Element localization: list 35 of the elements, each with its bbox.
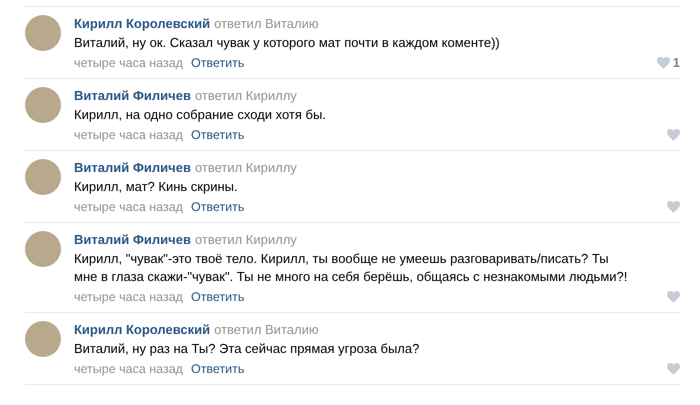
like-button[interactable] (667, 291, 680, 303)
reply-link[interactable]: Ответить (190, 288, 244, 306)
reply-link[interactable]: Ответить (190, 126, 244, 144)
comment-text: Виталий, ну ок. Сказал чувак у которого мат почти в каждом коменте)) (74, 34, 501, 52)
heart-icon (656, 57, 670, 69)
like-button[interactable] (667, 363, 680, 375)
like-button[interactable] (667, 129, 680, 141)
reply-to-label: ответил Кириллу (194, 231, 297, 249)
like-button[interactable]: 1 (656, 54, 680, 72)
reply-to-label: ответил Кириллу (194, 87, 297, 105)
reply-link[interactable]: Ответить (190, 360, 244, 378)
author-name[interactable]: Кирилл Королевский (74, 15, 210, 33)
reply-to-label: ответил Кириллу (194, 159, 297, 177)
like-button[interactable] (667, 201, 680, 213)
author-name[interactable]: Виталий Филичев (74, 159, 191, 177)
heart-icon (667, 129, 680, 141)
author-name[interactable]: Виталий Филичев (74, 87, 191, 105)
comment-text: Кирилл, "чувак"-это твоё тело. Кирилл, ты вообще не умеешь разговаривать/писать? Ты мне в глаза скажи-"чувак". Ты не много на себя берёшь, общаясь с незнакомыми людьми?! (74, 250, 628, 286)
reply-link[interactable]: Ответить (190, 54, 244, 72)
reply-to-label: ответил Виталию (214, 321, 319, 339)
author-name[interactable]: Кирилл Королевский (74, 321, 210, 339)
heart-icon (667, 291, 680, 303)
author-name[interactable]: Виталий Филичев (74, 231, 191, 249)
avatar-photo-placeholder[interactable] (25, 87, 61, 123)
heart-icon (667, 363, 680, 375)
avatar-photo-placeholder[interactable] (25, 321, 61, 357)
avatar-photo-placeholder[interactable] (25, 15, 61, 51)
reply-link[interactable]: Ответить (190, 198, 244, 216)
comment-text: Виталий, ну раз на Ты? Эта сейчас прямая угроза была? (74, 340, 420, 358)
heart-icon (667, 201, 680, 213)
avatar-photo-placeholder[interactable] (25, 159, 61, 195)
comment-text: Кирилл, мат? Кинь скрины. (74, 178, 239, 196)
avatar-photo-placeholder[interactable] (25, 231, 61, 267)
comment-text: Кирилл, на одно собрание сходи хотя бы. (74, 106, 327, 124)
reply-to-label: ответил Виталию (214, 15, 319, 33)
